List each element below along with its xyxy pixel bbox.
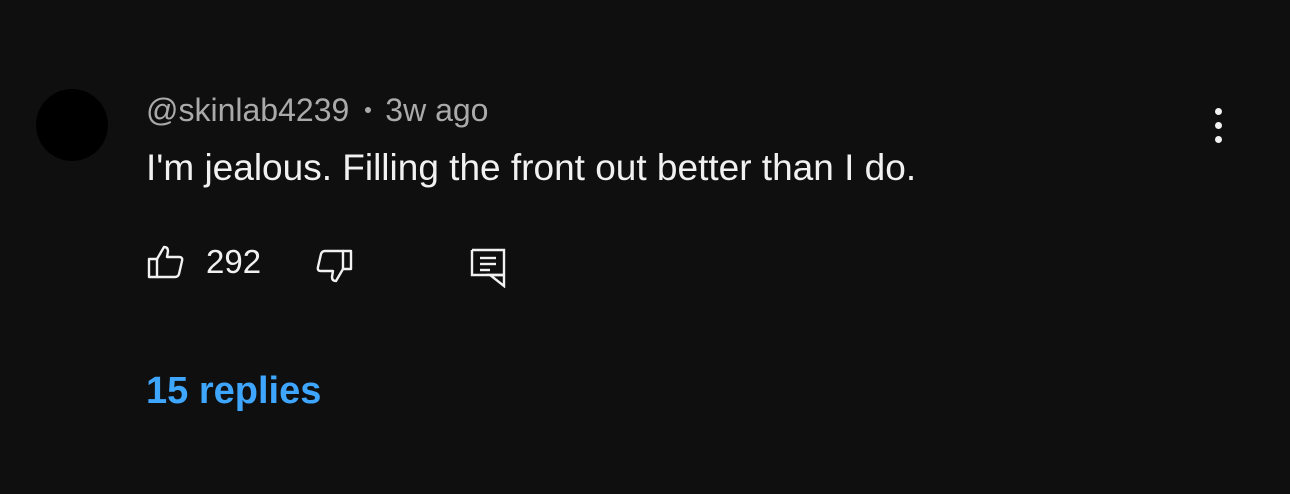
comment-meta: @skinlab4239 3w ago [146, 90, 488, 130]
thumbs-up-icon [146, 242, 186, 282]
author-handle[interactable]: @skinlab4239 [146, 92, 349, 129]
like-count: 292 [206, 243, 262, 280]
separator-dot [365, 107, 372, 113]
view-replies-link[interactable]: 15 replies [146, 370, 321, 413]
comment-timestamp: 3w ago [385, 91, 489, 128]
avatar[interactable] [36, 89, 108, 161]
comment-reply-icon [468, 246, 508, 288]
more-options-button[interactable] [1196, 102, 1240, 148]
thumbs-down-icon [314, 246, 354, 286]
dislike-button[interactable] [314, 246, 354, 286]
comment-text: I'm jealous. Filling the front out bette… [146, 147, 917, 188]
reply-button[interactable] [468, 246, 508, 288]
like-button[interactable]: 292 [146, 242, 261, 282]
more-vertical-icon [1214, 107, 1222, 115]
